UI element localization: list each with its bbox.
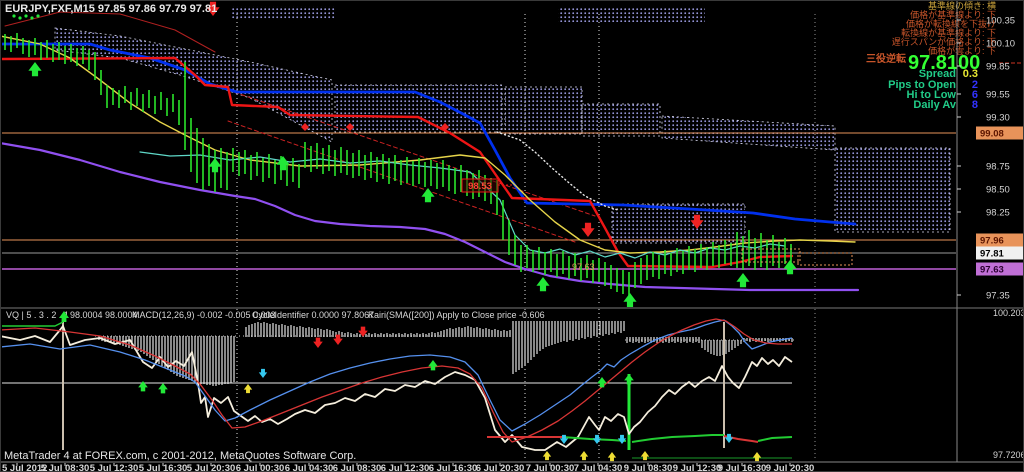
price-label: 100.10 bbox=[986, 39, 1015, 50]
time-label: 6 Jul 12:30 bbox=[381, 463, 430, 472]
price-tag-label: 97.96 bbox=[980, 236, 1004, 247]
vq-dot bbox=[18, 16, 21, 19]
ichimoku-cloud bbox=[558, 8, 705, 22]
price-tag-label: 99.08 bbox=[980, 129, 1004, 140]
ichimoku-cloud bbox=[835, 148, 950, 232]
mt4-chart-window: EURJPY,FXF,M15 97.85 97.86 97.79 97.81 9… bbox=[0, 0, 1024, 472]
time-label: 7 Jul 04:30 bbox=[574, 463, 623, 472]
ichimoku-cloud bbox=[505, 87, 582, 134]
time-label: 9 Jul 16:30 bbox=[718, 463, 767, 472]
time-label: 9 Jul 12:30 bbox=[673, 463, 722, 472]
indicator-header-text: Kairi(SMA([200]) Apply to Close price -0… bbox=[368, 310, 545, 320]
pivot-label-97-63: 97.63 bbox=[572, 262, 595, 272]
time-label: 5 Jul 20:30 bbox=[187, 463, 236, 472]
price-label: 99.55 bbox=[986, 90, 1010, 101]
daily-av-value: 8 bbox=[972, 99, 978, 111]
vq-dot bbox=[30, 16, 33, 19]
signal-summary: 三役逆転 bbox=[866, 52, 906, 65]
ichimoku-cloud bbox=[582, 104, 660, 136]
daily-av-label: Daily Av bbox=[913, 99, 956, 111]
time-label: 9 Jul 08:30 bbox=[624, 463, 673, 472]
price-label: 99.30 bbox=[986, 113, 1010, 124]
price-label: 98.50 bbox=[986, 185, 1010, 196]
price-label: 98.75 bbox=[986, 162, 1010, 173]
indicator-header: VQ | 5 . 3 . 2 . 198.0004 98.0004MACD(12… bbox=[6, 310, 545, 320]
indicator-header-text: CycleIdentifier 0.0000 97.8067 bbox=[252, 310, 374, 320]
time-label: 6 Jul 00:30 bbox=[236, 463, 285, 472]
price-tag-label: 97.63 bbox=[980, 265, 1004, 276]
chart-background bbox=[0, 0, 1024, 472]
time-label: 7 Jul 00:30 bbox=[526, 463, 575, 472]
time-label: 5 Jul 12:30 bbox=[90, 463, 139, 472]
time-label: 9 Jul 20:30 bbox=[766, 463, 815, 472]
indicator-header-text: 98.0004 98.0004 bbox=[70, 310, 138, 320]
chart-canvas: EURJPY,FXF,M15 97.85 97.86 97.79 97.81 9… bbox=[0, 0, 1024, 472]
time-label: 6 Jul 04:30 bbox=[285, 463, 334, 472]
indicator-scale-label: 97.7206 bbox=[993, 450, 1024, 460]
indicator-scale-label: 100.203 bbox=[993, 308, 1024, 318]
price-label: 98.25 bbox=[986, 208, 1010, 219]
ichimoku-cloud bbox=[232, 6, 335, 20]
time-label: 6 Jul 08:30 bbox=[333, 463, 382, 472]
price-label: 97.35 bbox=[986, 291, 1010, 302]
price-tag-label: 97.81 bbox=[980, 249, 1004, 260]
time-label: 5 Jul 08:30 bbox=[41, 463, 90, 472]
price-label: 99.85 bbox=[986, 62, 1010, 73]
callout-price: 98.53 bbox=[468, 181, 492, 192]
time-label: 6 Jul 16:30 bbox=[429, 463, 478, 472]
time-label: 5 Jul 16:30 bbox=[139, 463, 188, 472]
indicator-header-text: VQ | 5 . 3 . 2 . 1 bbox=[6, 310, 69, 320]
watermark: MetaTrader 4 at FOREX.com, c 2001-2012, … bbox=[4, 450, 356, 462]
time-label: 6 Jul 20:30 bbox=[476, 463, 525, 472]
price-label: 100.35 bbox=[986, 16, 1015, 27]
chart-title: EURJPY,FXF,M15 97.85 97.86 97.79 97.81 bbox=[5, 3, 217, 15]
